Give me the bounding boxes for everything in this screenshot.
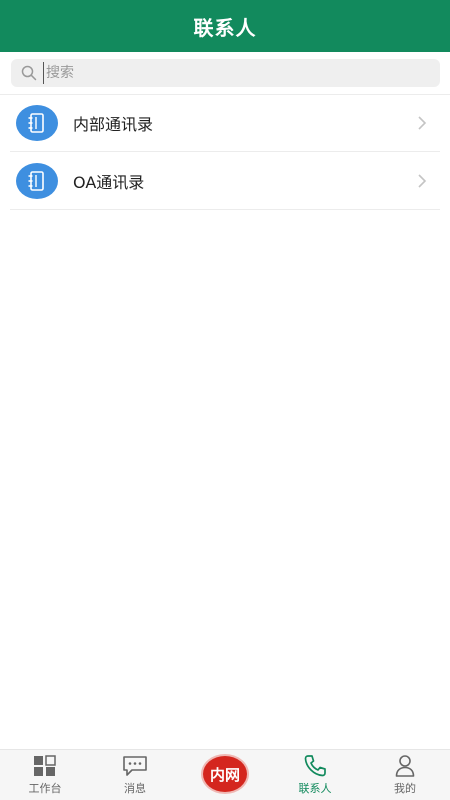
chevron-right-icon (414, 173, 430, 189)
tab-messages[interactable]: 消息 (90, 750, 180, 800)
list-item-oa-directory[interactable]: OA通讯录 (10, 152, 440, 210)
list-item-label: 内部通讯录 (73, 114, 154, 134)
tab-intranet[interactable]: 内网 (180, 750, 270, 800)
list-item-internal-directory[interactable]: 内部通讯录 (10, 94, 440, 152)
user-icon (392, 754, 418, 778)
list-item-label: OA通讯录 (73, 172, 145, 192)
tab-workbench[interactable]: 工作台 (0, 750, 90, 800)
tab-mine[interactable]: 我的 (360, 750, 450, 800)
tab-contacts[interactable]: 联系人 (270, 750, 360, 800)
app-header: 联系人 (0, 0, 450, 52)
tab-label: 我的 (394, 782, 416, 795)
address-book-icon (16, 104, 58, 141)
search-box[interactable] (11, 59, 440, 87)
search-icon (20, 64, 38, 82)
chevron-right-icon (414, 115, 430, 131)
grid-icon (32, 754, 58, 778)
bottom-tab-bar: 工作台 消息 内网 联系人 我的 (0, 749, 450, 800)
tab-label: 工作台 (28, 782, 62, 795)
search-bar (0, 52, 450, 94)
tab-label: 消息 (124, 782, 146, 795)
search-input[interactable] (43, 62, 423, 84)
chat-icon (122, 754, 148, 778)
tab-label: 联系人 (298, 782, 332, 795)
address-book-icon (16, 162, 58, 199)
intranet-button[interactable]: 内网 (203, 756, 247, 792)
contacts-list: 内部通讯录 OA通讯录 (0, 94, 450, 210)
page-title: 联系人 (193, 15, 257, 40)
phone-icon (302, 754, 328, 778)
